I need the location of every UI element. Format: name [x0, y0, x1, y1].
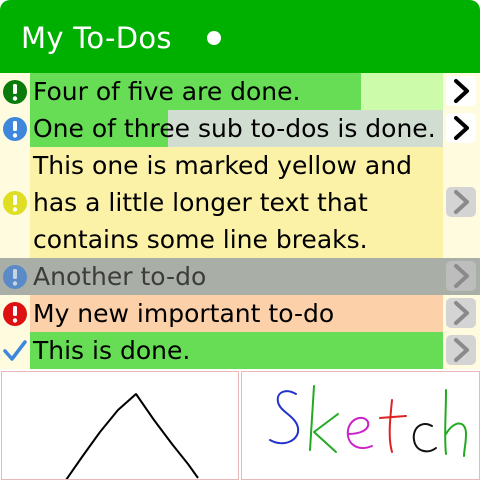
exclamation-icon[interactable]	[2, 301, 28, 327]
todo-text[interactable]: My new important to-do	[33, 295, 334, 332]
exclamation-icon[interactable]	[2, 190, 28, 216]
exclamation-icon[interactable]	[2, 116, 28, 142]
todo-text[interactable]: Another to-do	[33, 258, 206, 295]
chevron-right-icon[interactable]	[446, 298, 476, 328]
todo-list[interactable]: Four of five are done. One of three sub …	[0, 73, 480, 369]
sketch-thumbnail[interactable]	[1, 371, 239, 481]
chevron-right-icon[interactable]	[446, 113, 476, 143]
list-item[interactable]: Four of five are done.	[0, 73, 480, 110]
triangle-drawing	[65, 393, 199, 481]
page-title: My To-Dos	[21, 21, 172, 55]
list-item[interactable]: Another to-do	[0, 258, 480, 295]
todo-text-line[interactable]: contains some line breaks.	[33, 221, 368, 258]
chevron-right-icon[interactable]	[446, 76, 476, 106]
exclamation-icon[interactable]	[2, 264, 28, 290]
todo-text[interactable]: Four of five are done.	[33, 73, 300, 110]
chevron-right-icon[interactable]	[446, 261, 476, 291]
chevron-right-icon[interactable]	[446, 335, 476, 365]
todo-text-line[interactable]: has a little longer text that	[33, 184, 368, 221]
app-header: My To-Dos	[0, 0, 480, 73]
checkmark-icon[interactable]	[2, 338, 28, 364]
menu-dot-icon[interactable]	[207, 31, 221, 45]
colored-handwriting-drawing	[269, 385, 468, 457]
exclamation-icon[interactable]	[2, 79, 28, 105]
chevron-right-icon[interactable]	[446, 187, 476, 217]
list-item[interactable]: This is done.	[0, 332, 480, 369]
todo-text[interactable]: One of three sub to-dos is done.	[33, 110, 436, 147]
list-item[interactable]: One of three sub to-dos is done.	[0, 110, 480, 147]
sketch-thumbnail[interactable]	[241, 371, 480, 480]
todo-text[interactable]: This is done.	[33, 332, 190, 369]
todo-text-line[interactable]: This one is marked yellow and	[33, 147, 412, 184]
list-item[interactable]: This one is marked yellow and has a litt…	[0, 147, 480, 258]
list-item[interactable]: My new important to-do	[0, 295, 480, 332]
